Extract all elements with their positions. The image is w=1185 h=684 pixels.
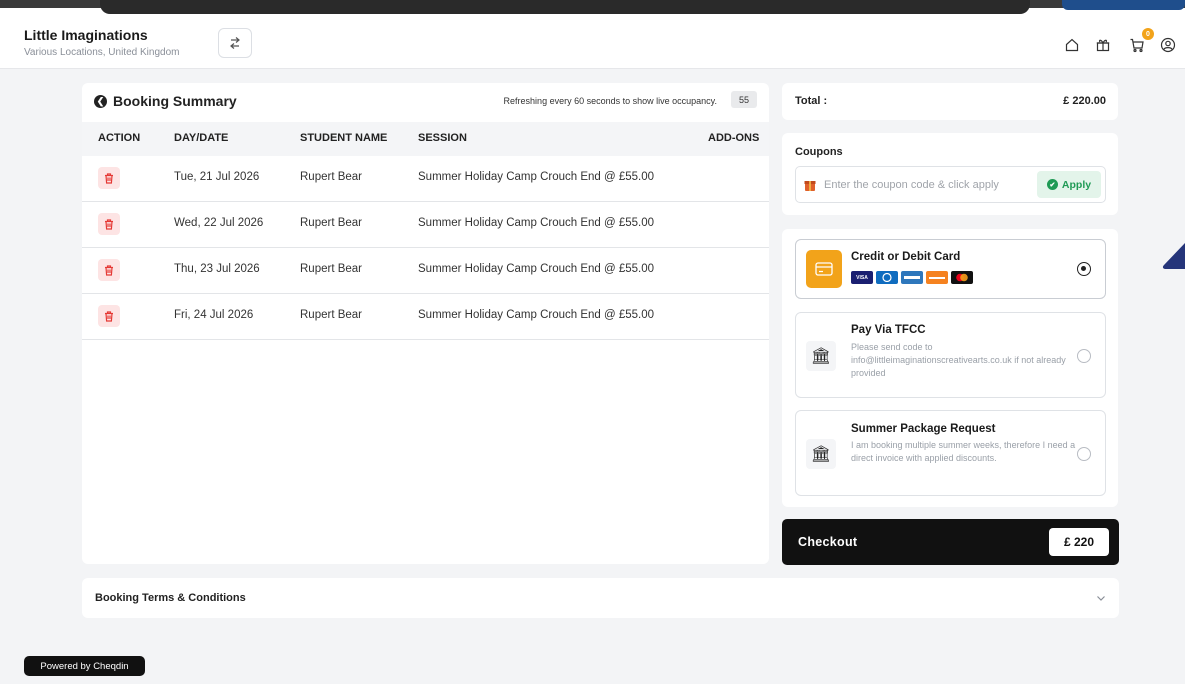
column-header-action: ACTION: [98, 132, 141, 144]
row-student: Rupert Bear: [300, 171, 363, 183]
refresh-countdown: 55: [731, 91, 757, 108]
bank-icon: 🏛: [806, 341, 836, 371]
row-session: Summer Holiday Camp Crouch End @ £55.00: [418, 309, 655, 321]
checkout-button[interactable]: Checkout £ 220: [782, 519, 1119, 565]
refresh-notice: Refreshing every 60 seconds to show live…: [503, 96, 717, 106]
payment-tfcc-title: Pay Via TFCC: [851, 324, 926, 336]
browser-top-strip: [0, 0, 1185, 20]
side-tab-arrow-icon[interactable]: [1161, 243, 1185, 269]
browser-blue-button: [1062, 0, 1185, 10]
booking-summary-header[interactable]: ❮ Booking Summary: [94, 93, 237, 109]
trash-icon: [105, 264, 113, 276]
apply-label: Apply: [1061, 178, 1092, 191]
column-header-addons: ADD-ONS: [708, 132, 760, 144]
collapse-chevron-icon: ❮: [94, 94, 107, 108]
radio-package[interactable]: [1077, 447, 1091, 461]
trash-icon: [105, 218, 113, 230]
table-row: Wed, 22 Jul 2026 Rupert Bear Summer Holi…: [82, 202, 769, 248]
home-icon: [1065, 38, 1079, 52]
cart-button[interactable]: 0: [1126, 28, 1154, 56]
row-session: Summer Holiday Camp Crouch End @ £55.00: [418, 263, 655, 275]
amex-logo-icon: [901, 271, 923, 284]
mastercard-logo-icon: [951, 271, 973, 284]
discover-logo-icon: [926, 271, 948, 284]
coupon-field: ✔ Apply: [795, 166, 1106, 203]
app-header: Little Imaginations Various Locations, U…: [0, 20, 1185, 69]
coupon-input[interactable]: [824, 175, 1029, 195]
payment-option-tfcc[interactable]: 🏛 Pay Via TFCC Please send code to info@…: [795, 312, 1106, 398]
delete-booking-button[interactable]: [98, 167, 120, 189]
gift-button[interactable]: [1092, 34, 1114, 56]
column-header-date: DAY/DATE: [174, 132, 229, 144]
bank-icon: 🏛: [806, 439, 836, 469]
row-session: Summer Holiday Camp Crouch End @ £55.00: [418, 171, 655, 183]
row-date: Wed, 22 Jul 2026: [174, 217, 264, 229]
row-date: Tue, 21 Jul 2026: [174, 171, 260, 183]
apply-coupon-button[interactable]: ✔ Apply: [1037, 171, 1101, 198]
gift-icon: [1096, 39, 1110, 52]
coupons-label: Coupons: [795, 146, 843, 158]
terms-label: Booking Terms & Conditions: [95, 592, 246, 604]
table-row: Tue, 21 Jul 2026 Rupert Bear Summer Holi…: [82, 156, 769, 202]
delete-booking-button[interactable]: [98, 213, 120, 235]
radio-card-selected[interactable]: [1077, 262, 1091, 276]
column-header-student: STUDENT NAME: [300, 132, 388, 144]
payment-methods-card: Credit or Debit Card VISA 🏛 Pay Via TFCC…: [782, 229, 1118, 507]
total-card: Total : £ 220.00: [782, 83, 1118, 120]
account-button[interactable]: [1157, 34, 1179, 56]
table-header: ACTION DAY/DATE STUDENT NAME SESSION ADD…: [82, 122, 769, 156]
payment-tfcc-description: Please send code to info@littleimaginati…: [851, 342, 1066, 378]
total-value: £ 220.00: [1063, 95, 1106, 107]
diners-logo-icon: [876, 271, 898, 284]
browser-address-pill: [100, 0, 1030, 14]
cart-icon: [1130, 38, 1144, 53]
home-button[interactable]: [1061, 34, 1083, 56]
row-student: Rupert Bear: [300, 309, 363, 321]
table-row: Fri, 24 Jul 2026 Rupert Bear Summer Holi…: [82, 294, 769, 340]
card-brand-logos: VISA: [851, 271, 973, 284]
payment-option-card[interactable]: Credit or Debit Card VISA: [795, 239, 1106, 299]
booking-summary-card: ❮ Booking Summary Refreshing every 60 se…: [82, 83, 769, 564]
trash-icon: [105, 172, 113, 184]
row-date: Thu, 23 Jul 2026: [174, 263, 260, 275]
table-row: Thu, 23 Jul 2026 Rupert Bear Summer Holi…: [82, 248, 769, 294]
powered-by-badge[interactable]: Powered by Cheqdin: [24, 656, 145, 676]
payment-package-description: I am booking multiple summer weeks, ther…: [851, 440, 1076, 463]
terms-accordion[interactable]: Booking Terms & Conditions: [82, 578, 1119, 618]
payment-package-title: Summer Package Request: [851, 423, 996, 435]
booking-summary-title: Booking Summary: [113, 93, 237, 109]
radio-tfcc[interactable]: [1077, 349, 1091, 363]
row-session: Summer Holiday Camp Crouch End @ £55.00: [418, 217, 655, 229]
coupons-card: Coupons ✔ Apply: [782, 133, 1118, 215]
payment-option-package[interactable]: 🏛 Summer Package Request I am booking mu…: [795, 410, 1106, 496]
payment-card-title: Credit or Debit Card: [851, 251, 961, 263]
user-icon: [1160, 37, 1176, 53]
row-date: Fri, 24 Jul 2026: [174, 309, 254, 321]
swap-arrows-icon: [230, 37, 240, 49]
column-header-session: SESSION: [418, 132, 467, 144]
credit-card-icon: [806, 250, 842, 288]
trash-icon: [105, 310, 113, 322]
row-student: Rupert Bear: [300, 263, 363, 275]
checkout-label: Checkout: [798, 535, 858, 549]
delete-booking-button[interactable]: [98, 305, 120, 327]
brand-name: Little Imaginations: [24, 27, 148, 43]
coupon-gift-icon: [804, 181, 816, 191]
visa-logo-icon: VISA: [851, 271, 873, 284]
brand-location: Various Locations, United Kingdom: [24, 47, 180, 58]
row-student: Rupert Bear: [300, 217, 363, 229]
cart-count-badge: 0: [1142, 28, 1154, 40]
total-label: Total :: [795, 95, 828, 107]
chevron-down-icon: [1097, 596, 1105, 601]
delete-booking-button[interactable]: [98, 259, 120, 281]
checkout-amount: £ 220: [1049, 528, 1109, 556]
swap-location-button[interactable]: [218, 28, 252, 58]
check-circle-icon: ✔: [1046, 179, 1058, 190]
